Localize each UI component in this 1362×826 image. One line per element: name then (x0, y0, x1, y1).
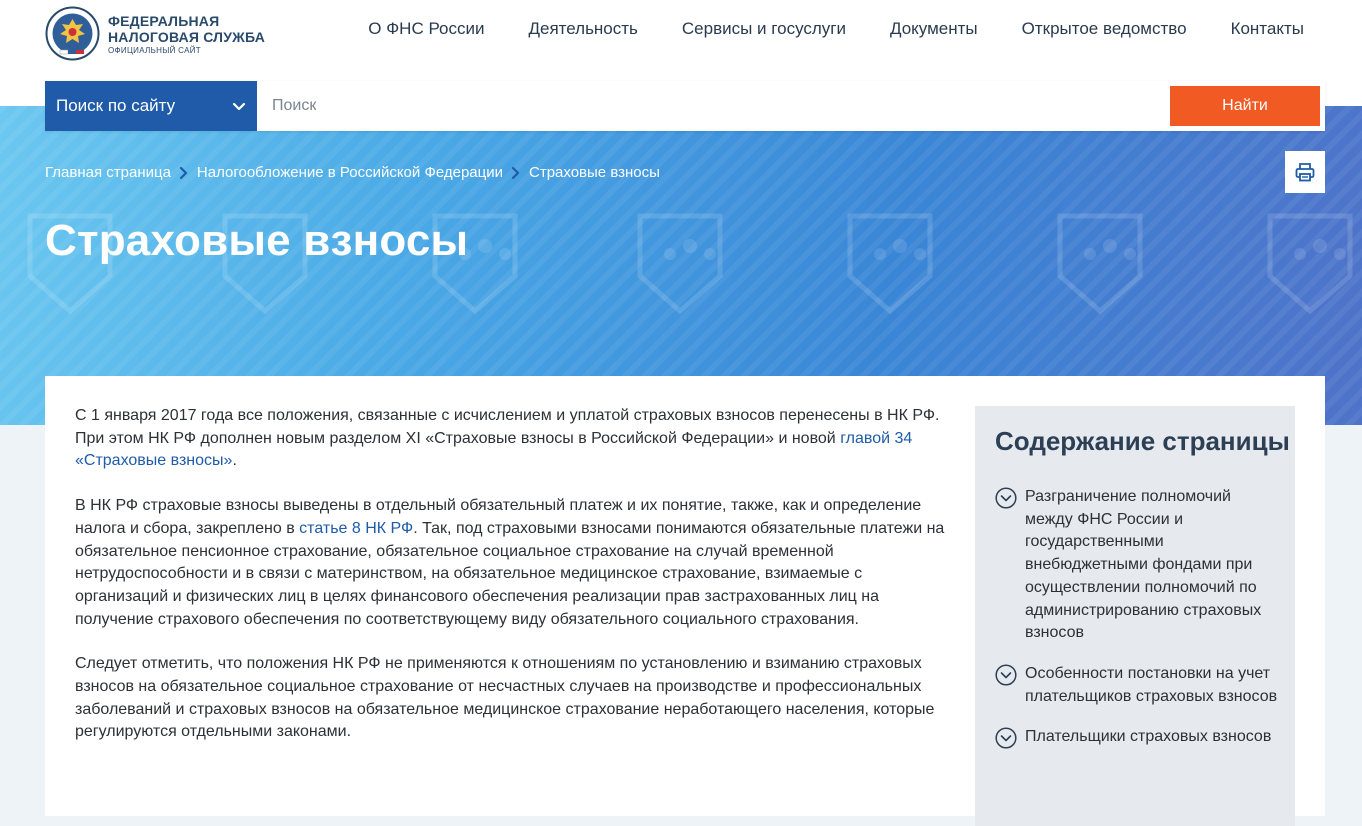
toc-item-label: Разграничение полномочий между ФНС Росси… (1025, 488, 1262, 642)
search-input[interactable] (257, 81, 1170, 131)
paragraph-text: . (232, 452, 237, 470)
nav-item-contacts[interactable]: Контакты (1231, 18, 1304, 40)
toc-list: Разграничение полномочий между ФНС Росси… (995, 486, 1280, 767)
page-title: Страховые взносы (45, 216, 469, 265)
nav-item-open-agency[interactable]: Открытое ведомство (1022, 18, 1187, 40)
logo-title-line1: ФЕДЕРАЛЬНАЯ (108, 12, 220, 29)
toc-item[interactable]: Плательщики страховых взносов (995, 726, 1280, 749)
logo-subtitle: ОФИЦИАЛЬНЫЙ САЙТ (108, 45, 201, 55)
toc-title: Содержание страницы (995, 426, 1290, 456)
circle-chevron-down-icon (995, 487, 1017, 509)
paragraph-text: С 1 января 2017 года все положения, связ… (75, 407, 940, 447)
printer-icon (1295, 163, 1315, 182)
toc-item[interactable]: Разграничение полномочий между ФНС Росси… (995, 486, 1280, 645)
search-scope-label: Поиск по сайту (56, 96, 176, 115)
chevron-right-icon (179, 166, 189, 180)
main-nav: О ФНС России Деятельность Сервисы и госу… (368, 18, 1304, 40)
article-paragraph-3: Следует отметить, что положения НК РФ не… (75, 655, 935, 741)
site-logo[interactable]: ФЕДЕРАЛЬНАЯ НАЛОГОВАЯ СЛУЖБА ОФИЦИАЛЬНЫЙ… (45, 6, 265, 61)
link-article-8[interactable]: статье 8 НК РФ (299, 520, 413, 537)
nav-item-about[interactable]: О ФНС России (368, 18, 484, 40)
chevron-down-icon (232, 102, 246, 111)
breadcrumb: Главная страница Налогообложение в Росси… (45, 164, 660, 181)
search-submit-button[interactable]: Найти (1170, 86, 1320, 126)
print-button[interactable] (1285, 151, 1325, 193)
circle-chevron-down-icon (995, 727, 1017, 749)
nav-item-activity[interactable]: Деятельность (528, 18, 637, 40)
article-paragraph-1: С 1 января 2017 года все положения, связ… (75, 405, 945, 473)
toc-item[interactable]: Особенности постановки на учет плательщи… (995, 663, 1280, 708)
logo-title-line2: НАЛОГОВАЯ СЛУЖБА (108, 28, 266, 45)
circle-chevron-down-icon (995, 664, 1017, 686)
breadcrumb-current[interactable]: Страховые взносы (529, 164, 660, 181)
article-body: С 1 января 2017 года все положения, связ… (75, 405, 945, 766)
search-scope-dropdown[interactable]: Поиск по сайту (45, 81, 257, 131)
toc-item-label: Плательщики страховых взносов (1025, 728, 1272, 746)
page-contents-panel: Содержание страницы Разграничение полном… (975, 406, 1295, 826)
content-card: С 1 января 2017 года все положения, связ… (45, 376, 1325, 826)
article-paragraph-2: В НК РФ страховые взносы выведены в отде… (75, 495, 945, 631)
chevron-right-icon (511, 166, 521, 180)
nav-item-services[interactable]: Сервисы и госуслуги (682, 18, 846, 40)
site-search: Поиск по сайту Найти (45, 81, 1325, 131)
nav-item-documents[interactable]: Документы (890, 18, 978, 40)
toc-item-label: Особенности постановки на учет плательщи… (1025, 664, 1278, 705)
breadcrumb-taxation[interactable]: Налогообложение в Российской Федерации (197, 164, 503, 181)
breadcrumb-home[interactable]: Главная страница (45, 164, 171, 181)
eagle-emblem-icon (45, 6, 100, 61)
